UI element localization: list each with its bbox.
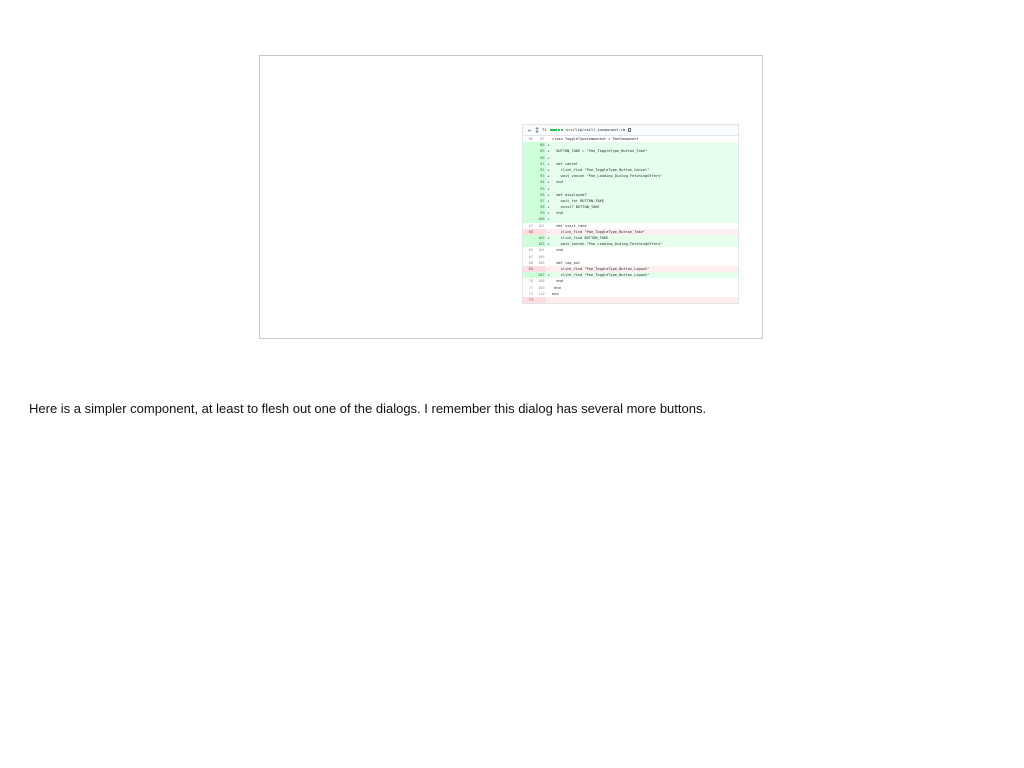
unfold-icon[interactable] xyxy=(535,127,539,133)
diff-change-count: 71 xyxy=(542,126,547,132)
diff-file-header: 71 src/lib/skill_component.rb xyxy=(522,124,739,135)
diff-line-del: 73- xyxy=(523,296,738,304)
code-diff-screenshot: 71 src/lib/skill_component.rb 66 87 class … xyxy=(522,124,739,305)
diff-stat-bar xyxy=(549,128,563,132)
old-line-number[interactable]: 73 xyxy=(523,296,535,304)
copy-icon[interactable] xyxy=(628,128,632,132)
new-line-number[interactable] xyxy=(534,296,546,304)
diff-body: 66 87 class ToggleTypeComponent < PoeCompo… xyxy=(522,135,739,305)
chevron-down-icon[interactable] xyxy=(527,128,532,133)
presenter-notes: Here is a simpler component, at least to… xyxy=(29,401,707,416)
diff-file-path[interactable]: src/lib/skill_component.rb xyxy=(566,127,625,133)
